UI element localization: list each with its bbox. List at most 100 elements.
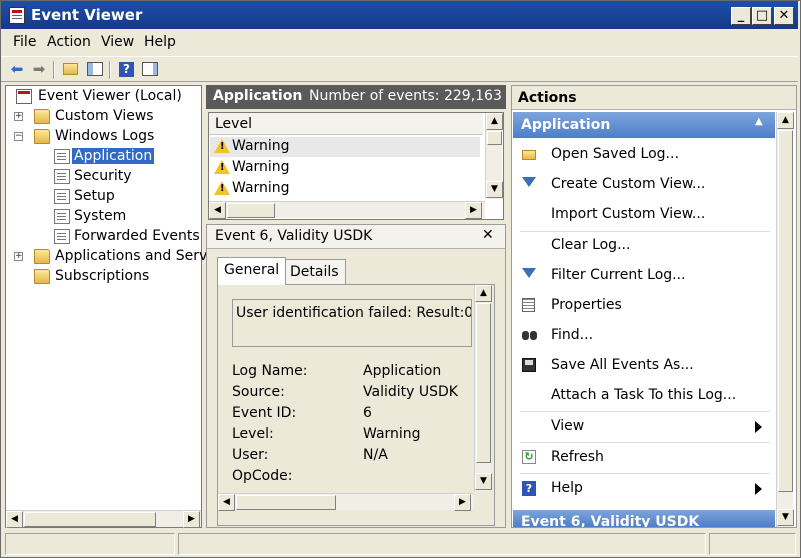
menu-bar: File Action View Help xyxy=(1,30,798,54)
help-icon: ? xyxy=(522,481,537,496)
action-create-custom-view[interactable]: Create Custom View... xyxy=(514,170,772,200)
event-message: User identification failed: Result:0x00 xyxy=(236,305,472,321)
column-header-level[interactable]: Level xyxy=(209,113,483,135)
event-row[interactable]: Warning xyxy=(210,179,480,199)
action-clear-log[interactable]: Clear Log... xyxy=(514,231,772,261)
toolbar-separator xyxy=(53,61,55,79)
event-row[interactable]: Warning xyxy=(210,158,480,178)
tree-scrollbar-horizontal[interactable]: ◀ ▶ xyxy=(6,510,201,528)
expand-icon[interactable]: + xyxy=(14,112,23,121)
show-action-pane-icon[interactable] xyxy=(140,60,160,79)
action-view[interactable]: View xyxy=(514,412,772,442)
tab-general[interactable]: General xyxy=(217,257,287,285)
show-hide-tree-icon[interactable] xyxy=(85,60,105,79)
actions-section-event[interactable]: Event 6, Validity USDK xyxy=(513,510,775,527)
menu-action[interactable]: Action xyxy=(47,34,91,50)
actions-header: Actions xyxy=(512,86,796,110)
scroll-right-icon[interactable]: ▶ xyxy=(454,494,471,511)
minimize-button[interactable]: _ xyxy=(731,7,751,25)
scroll-down-icon[interactable]: ▼ xyxy=(486,181,503,198)
log-icon xyxy=(54,169,70,184)
collapse-icon[interactable]: − xyxy=(14,132,23,141)
up-folder-icon[interactable] xyxy=(61,60,81,79)
action-attach-task[interactable]: Attach a Task To this Log... xyxy=(514,381,772,411)
event-detail-panel: Event 6, Validity USDK ✕ General Details… xyxy=(206,224,506,528)
scroll-up-icon[interactable]: ▲ xyxy=(475,285,492,302)
action-import-custom-view[interactable]: Import Custom View... xyxy=(514,200,772,230)
event-detail-title: Event 6, Validity USDK xyxy=(215,228,373,244)
event-viewer-icon xyxy=(16,89,32,104)
scroll-thumb[interactable] xyxy=(24,512,156,527)
filter-icon xyxy=(522,177,537,192)
scroll-right-icon[interactable]: ▶ xyxy=(183,511,200,528)
status-cell xyxy=(178,533,706,555)
scroll-thumb[interactable] xyxy=(778,130,793,492)
event-count: Number of events: 229,163 xyxy=(309,88,502,104)
scroll-thumb[interactable] xyxy=(236,495,336,510)
menu-file[interactable]: File xyxy=(13,34,36,50)
scroll-thumb[interactable] xyxy=(476,303,491,463)
scroll-thumb[interactable] xyxy=(487,131,502,145)
collapse-icon[interactable]: ▲ xyxy=(755,116,763,127)
console-tree: Event Viewer (Local) + Custom Views − Wi… xyxy=(5,85,235,528)
log-icon xyxy=(54,229,70,244)
event-row[interactable]: Warning xyxy=(210,137,480,157)
maximize-button[interactable]: □ xyxy=(752,7,772,25)
menu-view[interactable]: View xyxy=(101,34,134,50)
detail-scrollbar-vertical[interactable]: ▲ ▼ xyxy=(474,285,492,491)
actions-section-application[interactable]: Application ▲ xyxy=(513,112,775,138)
action-filter-current-log[interactable]: Filter Current Log... xyxy=(514,261,772,291)
log-header: Application Number of events: 229,163 xyxy=(206,85,506,109)
scroll-up-icon[interactable]: ▲ xyxy=(486,113,503,130)
field-label-log-name: Log Name: xyxy=(232,363,308,379)
submenu-arrow-icon xyxy=(755,483,762,495)
open-folder-icon xyxy=(522,147,537,162)
actions-scrollbar-vertical[interactable]: ▲ ▼ xyxy=(776,112,794,527)
action-save-all-events[interactable]: Save All Events As... xyxy=(514,351,772,381)
status-cell xyxy=(709,533,796,555)
menu-help[interactable]: Help xyxy=(144,34,176,50)
properties-icon xyxy=(522,298,537,313)
scroll-thumb[interactable] xyxy=(227,203,275,218)
help-icon[interactable]: ? xyxy=(117,60,137,79)
refresh-icon: ↻ xyxy=(522,450,537,465)
action-help[interactable]: ? Help xyxy=(514,474,772,504)
tab-details[interactable]: Details xyxy=(283,259,346,285)
filter-icon xyxy=(522,268,537,283)
title-bar[interactable]: Event Viewer _ □ ✕ xyxy=(1,1,798,29)
scroll-up-icon[interactable]: ▲ xyxy=(777,112,794,129)
action-open-saved-log[interactable]: Open Saved Log... xyxy=(514,140,772,170)
scroll-down-icon[interactable]: ▼ xyxy=(475,473,492,490)
event-list-scrollbar-horizontal[interactable]: ◀ ▶ xyxy=(209,201,485,219)
binoculars-icon xyxy=(522,328,537,343)
scroll-left-icon[interactable]: ◀ xyxy=(218,494,235,511)
forward-icon[interactable]: ➡ xyxy=(29,60,49,79)
back-icon[interactable]: ⬅ xyxy=(7,60,27,79)
detail-scrollbar-horizontal[interactable]: ◀ ▶ xyxy=(218,493,474,511)
log-icon xyxy=(54,189,70,204)
field-label-user: User: xyxy=(232,447,269,463)
window-title: Event Viewer xyxy=(31,6,143,24)
folder-icon xyxy=(34,129,50,144)
scroll-right-icon[interactable]: ▶ xyxy=(465,202,482,219)
event-message-box[interactable]: User identification failed: Result:0x00 xyxy=(232,299,472,347)
close-icon[interactable]: ✕ xyxy=(482,227,494,243)
log-icon xyxy=(54,209,70,224)
action-refresh[interactable]: ↻ Refresh xyxy=(514,443,772,473)
folder-icon xyxy=(34,109,50,124)
event-list-scrollbar-vertical[interactable]: ▲ ▼ xyxy=(485,113,503,199)
action-find[interactable]: Find... xyxy=(514,321,772,351)
action-properties[interactable]: Properties xyxy=(514,291,772,321)
close-button[interactable]: ✕ xyxy=(774,7,794,25)
scroll-down-icon[interactable]: ▼ xyxy=(777,509,794,526)
scroll-left-icon[interactable]: ◀ xyxy=(209,202,226,219)
field-value-log-name: Application xyxy=(363,363,442,379)
field-label-source: Source: xyxy=(232,384,285,400)
submenu-arrow-icon xyxy=(755,421,762,433)
scroll-left-icon[interactable]: ◀ xyxy=(6,511,23,528)
expand-icon[interactable]: + xyxy=(14,252,23,261)
subscriptions-icon xyxy=(34,269,50,284)
log-icon xyxy=(54,149,70,164)
field-label-opcode: OpCode: xyxy=(232,468,293,484)
field-value-event-id: 6 xyxy=(363,405,372,421)
